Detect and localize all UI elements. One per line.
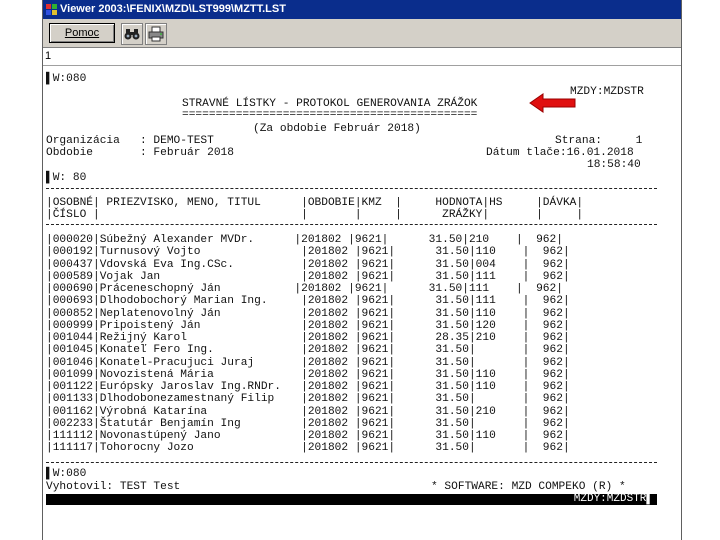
report-viewer[interactable]: ▌W:080 MZDY:MZDSTR STRAVNÉ LÍSTKY - PROT… [43, 66, 681, 540]
table-row: |000020|Súbežný Alexander MVDr. |201802 … [46, 234, 563, 246]
table-row: |001162|Výrobná Katarína |201802 |9621| … [46, 405, 570, 418]
app-icon [46, 4, 57, 15]
width-marker-bottom: ▌W:080 [46, 468, 87, 480]
period-line: Obdobie : Február 2018 [46, 147, 234, 159]
table-row: |000999|Pripoistený Ján |201802 |9621| 3… [46, 319, 570, 332]
table-top-rule [46, 188, 657, 189]
window-title: Viewer 2003:\FENIX\MZD\LST999\MZTT.LST [60, 3, 286, 15]
table-header-row-2: |ČÍSLO | | | | ZRÁŽKY| | | [46, 209, 584, 221]
footer-code: MZDY:MZDSTR▌ [573, 493, 653, 505]
report-title-underline: ========================================… [182, 109, 478, 121]
arrow-left-icon [529, 93, 576, 113]
page-number-line: Strana: 1 [555, 135, 643, 147]
table-row: |001046|Konatel-Pracujuci Juraj |201802 … [46, 356, 570, 369]
toolbar: Pomoc [43, 19, 681, 48]
table-header-row-1: |OSOBNÉ| PRIEZVISKO, MENO, TITUL |OBDOBI… [46, 197, 584, 209]
page-indicator: 1 [45, 50, 52, 62]
table-row: |000693|Dlhodobochorý Marian Ing. |20180… [46, 295, 570, 308]
width-marker-mid: ▌W: 80 [46, 172, 87, 184]
table-row: |000589|Vojak Jan |201802 |9621| 31.50|1… [46, 270, 570, 283]
table-row: |002233|Štatutár Benjamín Ing |201802 |9… [46, 417, 570, 430]
viewer-window: Viewer 2003:\FENIX\MZD\LST999\MZTT.LST P… [42, 0, 682, 540]
table-row: |000192|Turnusový Vojto |201802 |9621| 3… [46, 246, 570, 259]
print-date-line: Dátum tlače:16.01.2018 [486, 147, 634, 159]
table-row: |000690|Práceneschopný Ján |201802 |9621… [46, 283, 563, 295]
find-button[interactable] [121, 23, 143, 45]
help-button-label: Pomoc [64, 27, 100, 39]
table-row: |001099|Novozistená Mária |201802 |9621|… [46, 368, 570, 381]
binoculars-icon [124, 29, 140, 40]
table-header-rule [46, 224, 657, 225]
print-icon [148, 26, 164, 42]
table-row: |001044|Režijný Karol |201802 |9621| 28.… [46, 332, 570, 344]
table-row: |111117|Tohorocny Jozo |201802 |9621| 31… [46, 442, 570, 455]
table-row: |001122|Európsky Jaroslav Ing.RNDr. |201… [46, 381, 570, 393]
title-bar[interactable]: Viewer 2003:\FENIX\MZD\LST999\MZTT.LST [43, 0, 681, 19]
report-code: MZDY:MZDSTR [570, 86, 644, 98]
help-button[interactable]: Pomoc [49, 23, 115, 43]
table-bottom-rule [46, 462, 657, 463]
table-row: |001133|Dlhodobonezamestnaný Filip |2018… [46, 393, 570, 406]
width-marker-top: ▌W:080 [46, 73, 87, 85]
table-row: |000852|Neplatenovolný Ján |201802 |9621… [46, 307, 570, 320]
report-period: (Za obdobie Február 2018) [253, 123, 421, 135]
software-line: * SOFTWARE: MZD COMPEKO (R) * [431, 481, 626, 493]
print-button[interactable] [145, 23, 167, 45]
footer-bar: MZDY:MZDSTR▌ [46, 494, 657, 505]
organization-line: Organizácia : DEMO-TEST [46, 135, 214, 147]
print-time-line: 18:58:40 [587, 159, 641, 171]
prepared-by-line: Vyhotovil: TEST Test [46, 481, 181, 493]
table-row: |000437|Vdovská Eva Ing.CSc. |201802 |96… [46, 258, 570, 271]
table-row: |111112|Novonastúpený Jano |201802 |9621… [46, 430, 570, 442]
table-row: |001045|Konateľ Fero Ing. |201802 |9621|… [46, 344, 570, 357]
page-indicator-bar: 1 [43, 48, 681, 66]
